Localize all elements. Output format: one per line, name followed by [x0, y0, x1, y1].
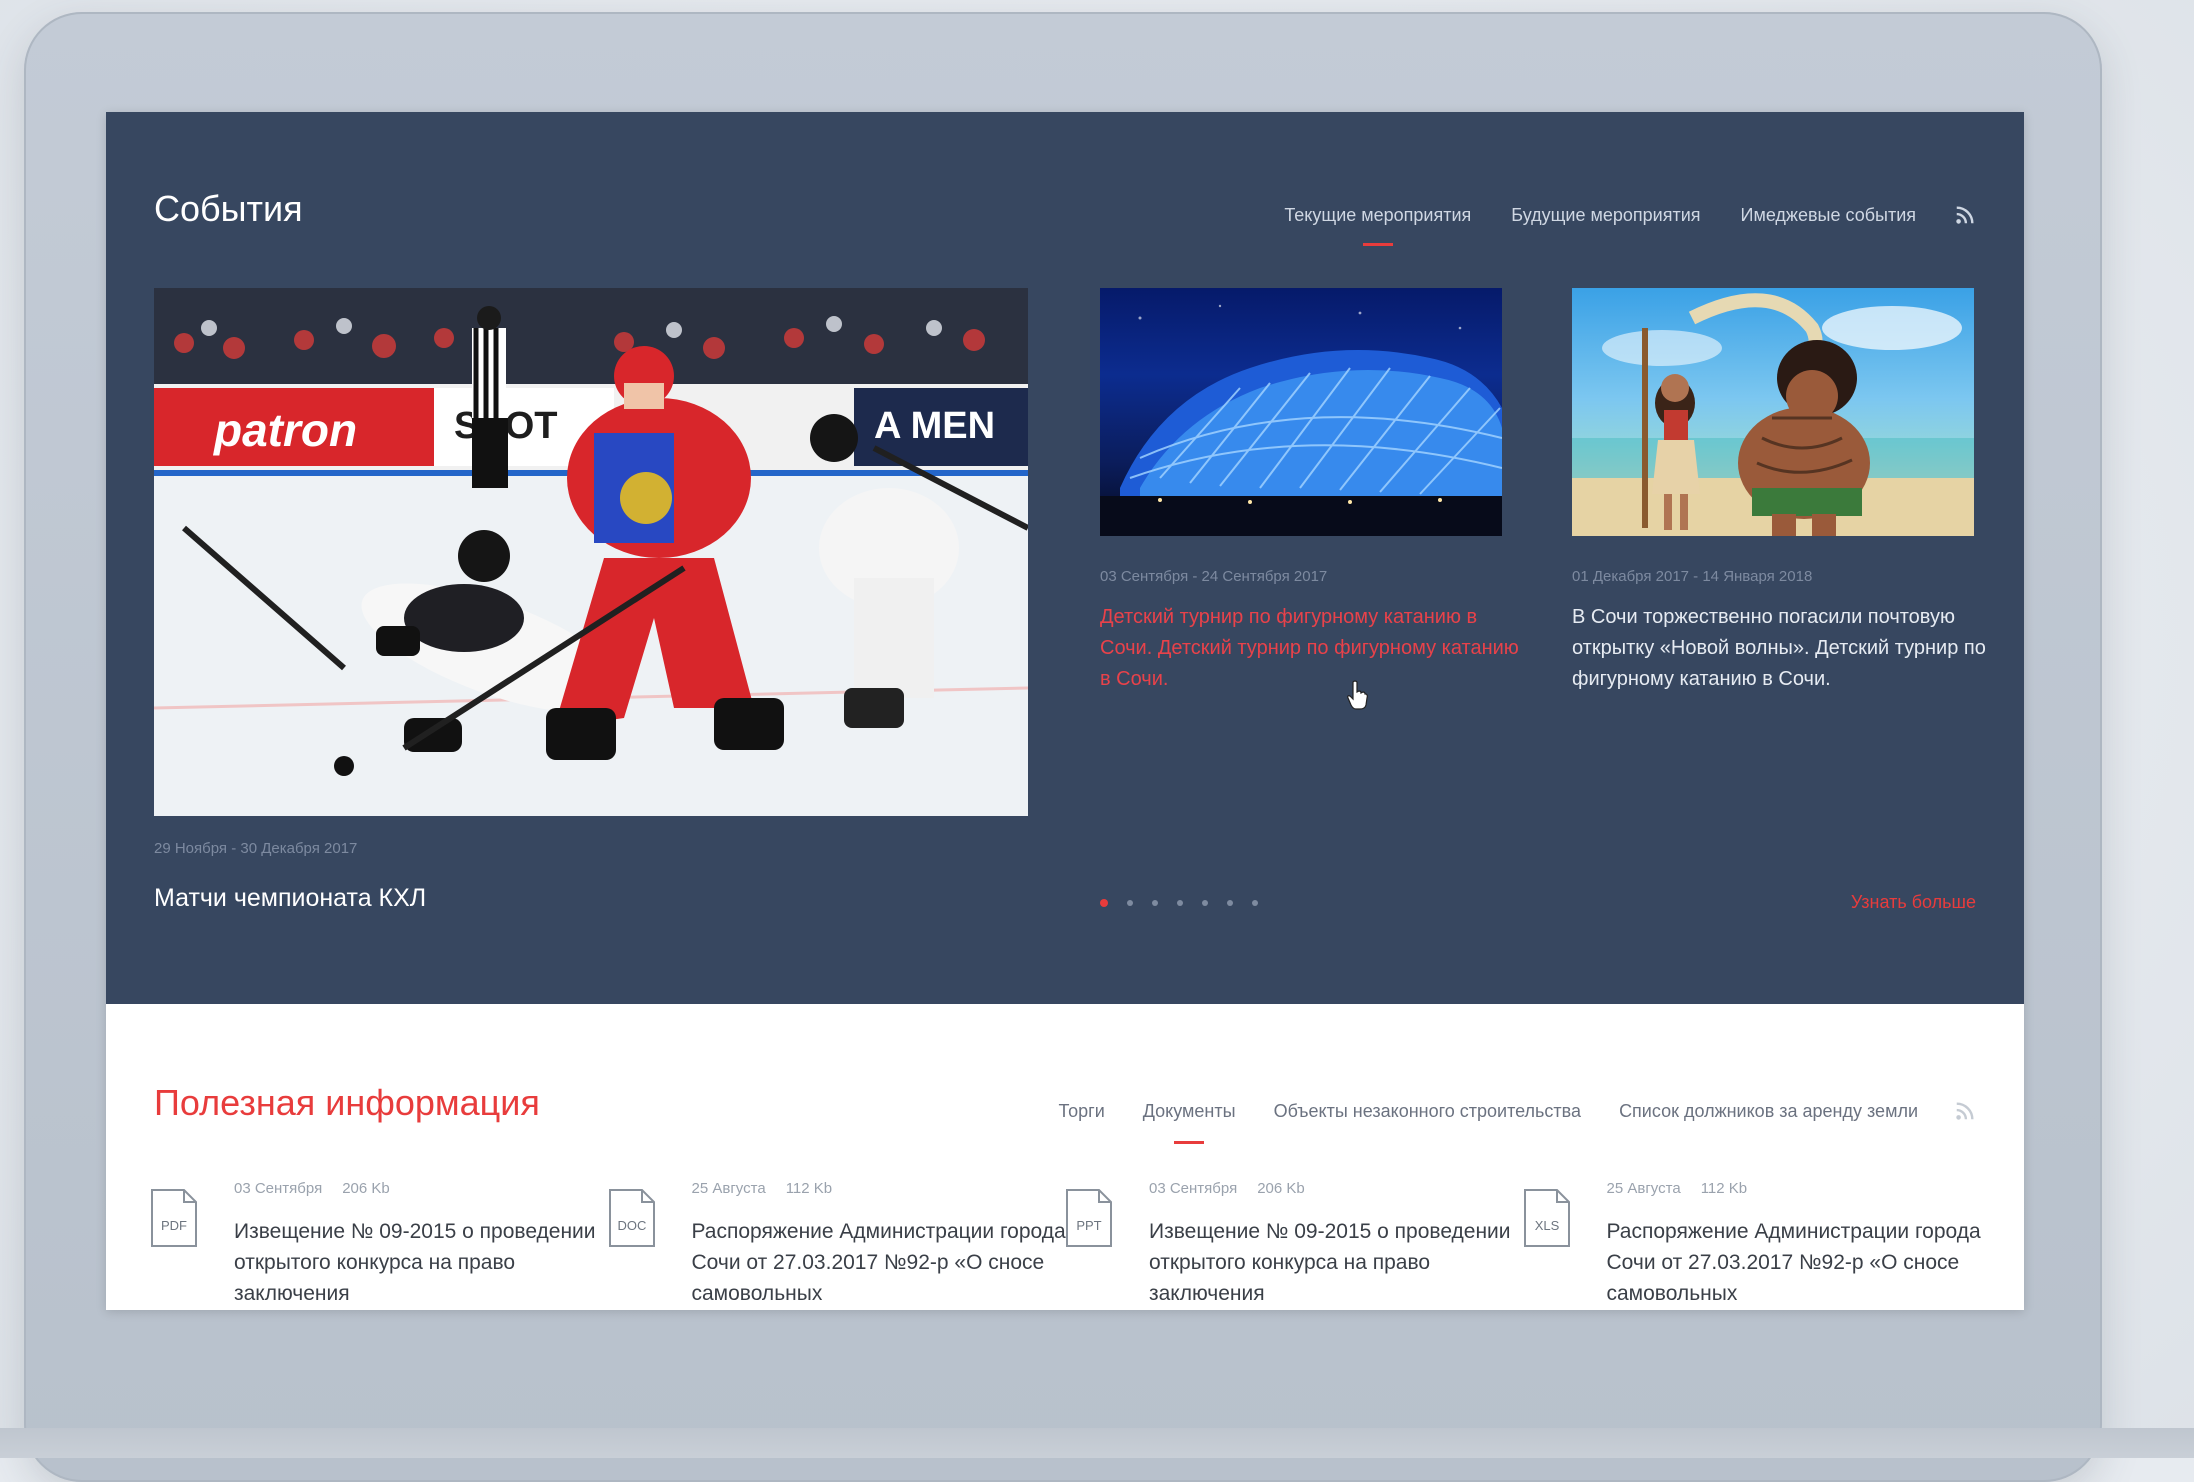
document-meta: 25 Августа 112 Kb — [1607, 1180, 1748, 1197]
screen: События Текущие мероприятия Будущие меро… — [106, 112, 2024, 1310]
desk-edge — [0, 1428, 2194, 1458]
svg-text:PPT: PPT — [1076, 1218, 1101, 1233]
learn-more-link[interactable]: Узнать больше — [1851, 892, 1976, 913]
document-meta: 03 Сентября 206 Kb — [1149, 1180, 1305, 1197]
document-date: 03 Сентября — [234, 1180, 323, 1197]
document-date: 03 Сентября — [1149, 1180, 1238, 1197]
hero-image-hockey[interactable]: patron SSOT A MEN — [154, 288, 1028, 816]
tab-land-debtors[interactable]: Список должников за аренду земли — [1619, 1101, 1918, 1122]
document-size: 112 Kb — [785, 1180, 833, 1197]
tab-documents[interactable]: Документы — [1143, 1101, 1236, 1144]
document-item[interactable]: PDF 03 Сентября 206 Kb Извещение № 09-201… — [150, 1180, 608, 1310]
document-icon: PPT — [1066, 1189, 1112, 1247]
tab-illegal-construction[interactable]: Объекты незаконного строительства — [1274, 1101, 1582, 1122]
document-date: 25 Августа — [691, 1180, 766, 1197]
documents-list: PDF 03 Сентября 206 Kb Извещение № 09-201… — [150, 1180, 1981, 1310]
tab-image-events[interactable]: Имеджевые события — [1741, 205, 1917, 226]
rss-icon[interactable] — [1954, 1100, 1976, 1122]
hero-date: 29 Ноября - 30 Декабря 2017 — [154, 840, 358, 857]
events-title: События — [154, 188, 303, 229]
document-title[interactable]: Извещение № 09-2015 о проведении открыто… — [234, 1216, 614, 1309]
tab-future-events[interactable]: Будущие мероприятия — [1511, 205, 1700, 226]
document-title[interactable]: Распоряжение Администрации города Сочи о… — [692, 1216, 1072, 1309]
card-2-date: 01 Декабря 2017 - 14 Января 2018 — [1572, 568, 1813, 585]
carousel-dot[interactable] — [1252, 900, 1258, 906]
rss-icon[interactable] — [1954, 204, 1976, 226]
document-size: 206 Kb — [342, 1180, 390, 1197]
carousel-dot[interactable] — [1152, 900, 1158, 906]
carousel-dot[interactable] — [1100, 899, 1108, 907]
card-image-stadium[interactable] — [1100, 288, 1502, 536]
useful-info-section: Полезная информация Торги Документы Объе… — [106, 1004, 2024, 1310]
svg-text:PDF: PDF — [161, 1218, 187, 1233]
useful-info-title: Полезная информация — [154, 1082, 540, 1123]
tab-tenders[interactable]: Торги — [1059, 1101, 1105, 1122]
document-item[interactable]: XLS 25 Августа 112 Kb Распоряжение Админи… — [1523, 1180, 1981, 1310]
document-icon: PDF — [151, 1189, 197, 1247]
hand-pointer-icon — [1347, 680, 1368, 710]
banner-men: A MEN — [874, 405, 995, 447]
card-1-title[interactable]: Детский турнир по фигурному катанию в Со… — [1100, 602, 1520, 695]
card-1-date: 03 Сентября - 24 Сентября 2017 — [1100, 568, 1328, 585]
document-meta: 03 Сентября 206 Kb — [234, 1180, 390, 1197]
carousel-dot[interactable] — [1177, 900, 1183, 906]
carousel-dot[interactable] — [1127, 900, 1133, 906]
document-meta: 25 Августа 112 Kb — [692, 1180, 833, 1197]
tab-current-events[interactable]: Текущие мероприятия — [1284, 205, 1471, 246]
document-title[interactable]: Распоряжение Администрации города Сочи о… — [1607, 1216, 1987, 1309]
carousel-dots — [1100, 899, 1277, 907]
document-size: 206 Kb — [1257, 1180, 1305, 1197]
document-date: 25 Августа — [1606, 1180, 1681, 1197]
banner-patron: patron — [212, 404, 357, 456]
carousel-dot[interactable] — [1227, 900, 1233, 906]
info-tabs: Торги Документы Объекты незаконного стро… — [1021, 1100, 1976, 1144]
events-section: События Текущие мероприятия Будущие меро… — [106, 112, 2024, 1004]
carousel-dot[interactable] — [1202, 900, 1208, 906]
card-image-moana[interactable] — [1572, 288, 1974, 536]
svg-text:XLS: XLS — [1534, 1218, 1559, 1233]
document-size: 112 Kb — [1700, 1180, 1748, 1197]
document-icon: XLS — [1523, 1189, 1570, 1247]
document-icon: DOC — [608, 1189, 655, 1247]
document-item[interactable]: PPT 03 Сентября 206 Kb Извещение № 09-201… — [1065, 1180, 1523, 1310]
document-title[interactable]: Извещение № 09-2015 о проведении открыто… — [1149, 1216, 1529, 1309]
svg-text:DOC: DOC — [617, 1218, 646, 1233]
events-tabs: Текущие мероприятия Будущие мероприятия … — [1244, 204, 1976, 246]
card-2-title[interactable]: В Сочи торжественно погасили почтовую от… — [1572, 602, 1992, 695]
document-item[interactable]: DOC 25 Августа 112 Kb Распоряжение Админи… — [608, 1180, 1066, 1310]
hero-caption[interactable]: Матчи чемпионата КХЛ — [154, 884, 426, 913]
